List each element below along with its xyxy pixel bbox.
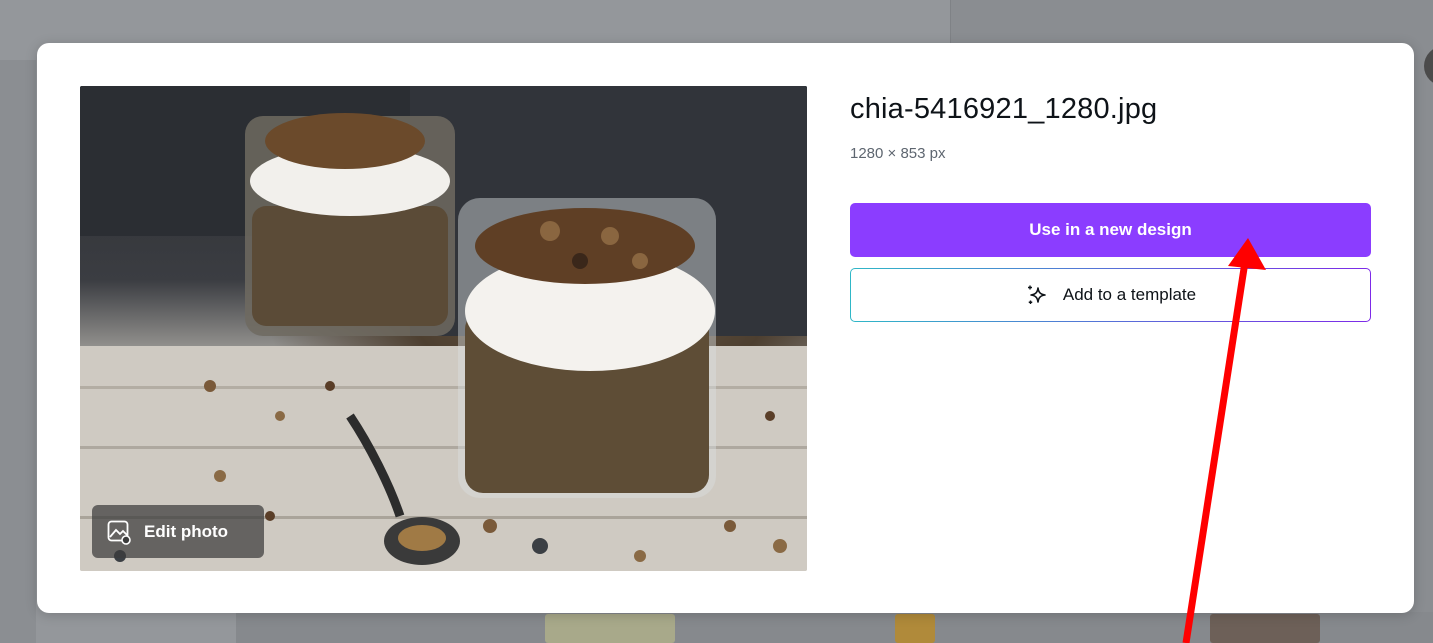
image-edit-icon bbox=[107, 520, 131, 545]
image-dimensions: 1280 × 853 px bbox=[850, 145, 946, 162]
edit-photo-label: Edit photo bbox=[144, 521, 229, 541]
add-to-template-label: Add to a template bbox=[1062, 285, 1197, 304]
image-info-panel: chia-5416921_1280.jpg 1280 × 853 px Use … bbox=[850, 87, 1371, 321]
background-sidebar bbox=[0, 60, 36, 643]
image-preview: Edit photo bbox=[80, 86, 807, 571]
file-name: chia-5416921_1280.jpg bbox=[850, 93, 1158, 125]
background-thumbnail bbox=[1210, 614, 1320, 643]
chia-pudding-photo bbox=[80, 86, 807, 571]
image-details-modal: Edit photo chia-5416921_1280.jpg 1280 × … bbox=[37, 43, 1414, 613]
edit-photo-button[interactable]: Edit photo bbox=[92, 505, 264, 558]
add-to-template-button[interactable]: Add to a template bbox=[850, 268, 1371, 322]
use-in-new-design-button[interactable]: Use in a new design bbox=[850, 203, 1371, 257]
background-thumbnail bbox=[895, 614, 935, 643]
sparkle-icon bbox=[1027, 285, 1046, 304]
background-thumbnail bbox=[545, 614, 675, 643]
